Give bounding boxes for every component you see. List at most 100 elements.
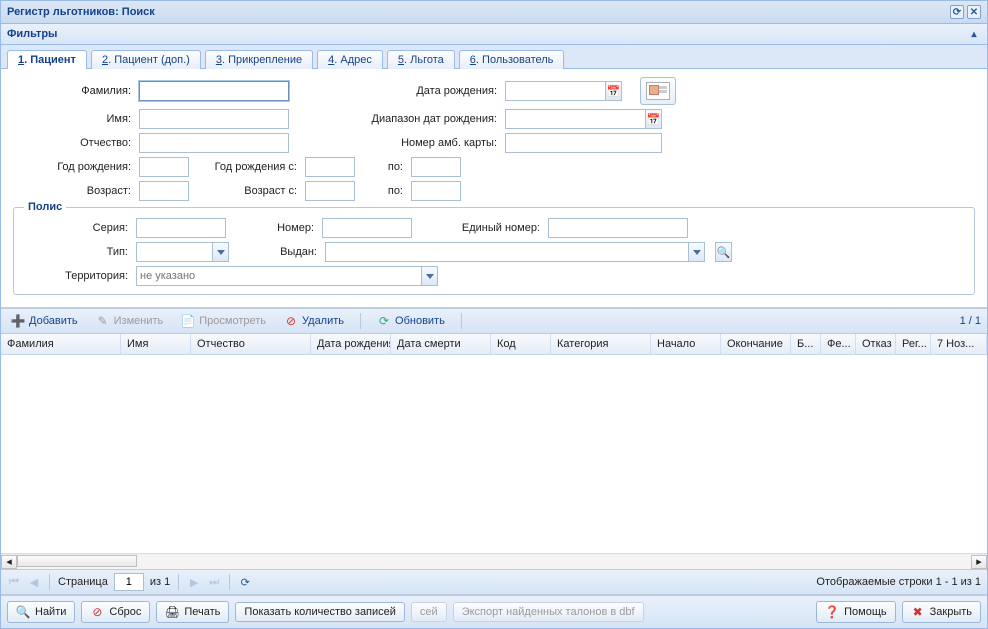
scroll-thumb[interactable] (17, 555, 137, 567)
col-deathdate[interactable]: Дата смерти (391, 334, 491, 354)
age-input[interactable] (139, 181, 189, 201)
close-window-icon[interactable]: ✕ (967, 5, 981, 19)
pager: ⏮ ◀ Страница из 1 ▶ ⏭ ⟳ Отображаемые стр… (1, 569, 987, 595)
tab-patient[interactable]: 1. Пациент (7, 50, 87, 69)
polis-fieldset: Полис Серия: Номер: Единый номер: Тип: В… (13, 207, 975, 295)
col-b[interactable]: Б... (791, 334, 821, 354)
help-button[interactable]: ❓Помощь (816, 601, 896, 623)
refresh-page-icon[interactable]: ⟳ (238, 575, 252, 589)
age-label: Возраст: (13, 185, 131, 197)
col-end[interactable]: Окончание (721, 334, 791, 354)
add-button[interactable]: ➕Добавить (7, 312, 82, 330)
birthyear-to-label: по: (363, 161, 403, 173)
page-label: Страница (58, 576, 108, 588)
scroll-right-icon[interactable]: ▸ (971, 555, 987, 569)
pencil-icon: ✎ (96, 314, 110, 328)
print-button[interactable]: 🖨Печать (156, 601, 229, 623)
scroll-left-icon[interactable]: ◂ (1, 555, 17, 569)
printer-icon: 🖨 (165, 605, 179, 619)
tab-attachment[interactable]: 3. Прикрепление (205, 50, 313, 69)
birthyear-label: Год рождения: (13, 161, 131, 173)
col-category[interactable]: Категория (551, 334, 651, 354)
grid-body[interactable] (1, 355, 987, 553)
refresh-button[interactable]: ⟳Обновить (373, 312, 449, 330)
col-firstname[interactable]: Имя (121, 334, 191, 354)
birthyear-input[interactable] (139, 157, 189, 177)
birthdate-label: Дата рождения: (297, 85, 497, 97)
chevron-down-icon[interactable] (421, 266, 438, 286)
col-lastname[interactable]: Фамилия (1, 334, 121, 354)
scroll-track[interactable] (17, 555, 971, 569)
col-7noz[interactable]: 7 Ноз... (931, 334, 987, 354)
next-page-icon[interactable]: ▶ (187, 575, 201, 589)
birthdate-input[interactable] (505, 81, 605, 101)
grid-header: Фамилия Имя Отчество Дата рождения Дата … (1, 334, 987, 355)
birthdate-range-label: Диапазон дат рождения: (297, 113, 497, 125)
pager-status: Отображаемые строки 1 - 1 из 1 (816, 576, 981, 588)
calendar-icon[interactable]: 📅 (605, 81, 622, 101)
chevron-down-icon[interactable] (212, 242, 229, 262)
lastname-input[interactable] (139, 81, 289, 101)
sei-button: сей (411, 602, 447, 622)
col-reg[interactable]: Рег... (896, 334, 931, 354)
patronymic-label: Отчество: (13, 137, 131, 149)
export-button: Экспорт найденных талонов в dbf (453, 602, 644, 622)
age-from-input[interactable] (305, 181, 355, 201)
chevron-down-icon[interactable] (688, 242, 705, 262)
firstname-label: Имя: (13, 113, 131, 125)
search-icon[interactable]: 🔍 (715, 242, 732, 262)
birthyear-to-input[interactable] (411, 157, 461, 177)
polis-type-label: Тип: (24, 246, 128, 258)
col-code[interactable]: Код (491, 334, 551, 354)
last-page-icon[interactable]: ⏭ (207, 575, 221, 589)
tab-patient-extra[interactable]: 2. Пациент (доп.) (91, 50, 201, 69)
calendar-icon[interactable]: 📅 (645, 109, 662, 129)
document-icon: 📄 (181, 314, 195, 328)
age-to-input[interactable] (411, 181, 461, 201)
photo-button[interactable] (640, 77, 676, 105)
tab-benefit[interactable]: 5. Льгота (387, 50, 455, 69)
photo-icon (646, 82, 670, 100)
refresh-window-icon[interactable]: ⟳ (950, 5, 964, 19)
plus-icon: ➕ (11, 314, 25, 328)
grid-toolbar: ➕Добавить ✎Изменить 📄Просмотреть ⊘Удалит… (1, 308, 987, 334)
horizontal-scrollbar: ◂ ▸ (1, 553, 987, 569)
polis-series-input[interactable] (136, 218, 226, 238)
first-page-icon[interactable]: ⏮ (7, 575, 21, 589)
reset-button[interactable]: ⊘Сброс (81, 601, 150, 623)
delete-button[interactable]: ⊘Удалить (280, 312, 348, 330)
col-start[interactable]: Начало (651, 334, 721, 354)
window-title: Регистр льготников: Поиск (7, 6, 155, 18)
col-birthdate[interactable]: Дата рождения (311, 334, 391, 354)
firstname-input[interactable] (139, 109, 289, 129)
filter-form: Фамилия: Дата рождения: 📅 Имя: Диапазон … (1, 69, 987, 308)
filters-title: Фильтры (7, 28, 57, 40)
reset-icon: ⊘ (90, 605, 104, 619)
patronymic-input[interactable] (139, 133, 289, 153)
polis-type-input[interactable] (136, 242, 212, 262)
collapse-filters-icon[interactable]: ▴ (967, 27, 981, 41)
close-button[interactable]: ✖Закрыть (902, 601, 981, 623)
polis-territory-input[interactable] (136, 266, 421, 286)
page-of: из 1 (150, 576, 170, 588)
close-icon: ✖ (911, 605, 925, 619)
birthdate-range-input[interactable] (505, 109, 645, 129)
polis-number-input[interactable] (322, 218, 412, 238)
prev-page-icon[interactable]: ◀ (27, 575, 41, 589)
find-button[interactable]: 🔍Найти (7, 601, 75, 623)
polis-unified-label: Единый номер: (420, 222, 540, 234)
page-input[interactable] (114, 573, 144, 591)
edit-button[interactable]: ✎Изменить (92, 312, 168, 330)
tab-user[interactable]: 6. Пользователь (459, 50, 565, 69)
amb-no-input[interactable] (505, 133, 662, 153)
col-patronymic[interactable]: Отчество (191, 334, 311, 354)
show-count-button[interactable]: Показать количество записей (235, 602, 405, 622)
tab-address[interactable]: 4. Адрес (317, 50, 383, 69)
view-button[interactable]: 📄Просмотреть (177, 312, 270, 330)
birthyear-from-input[interactable] (305, 157, 355, 177)
polis-unified-input[interactable] (548, 218, 688, 238)
polis-issued-input[interactable] (325, 242, 688, 262)
col-refusal[interactable]: Отказ (856, 334, 896, 354)
help-icon: ❓ (825, 605, 839, 619)
col-fe[interactable]: Фе... (821, 334, 856, 354)
